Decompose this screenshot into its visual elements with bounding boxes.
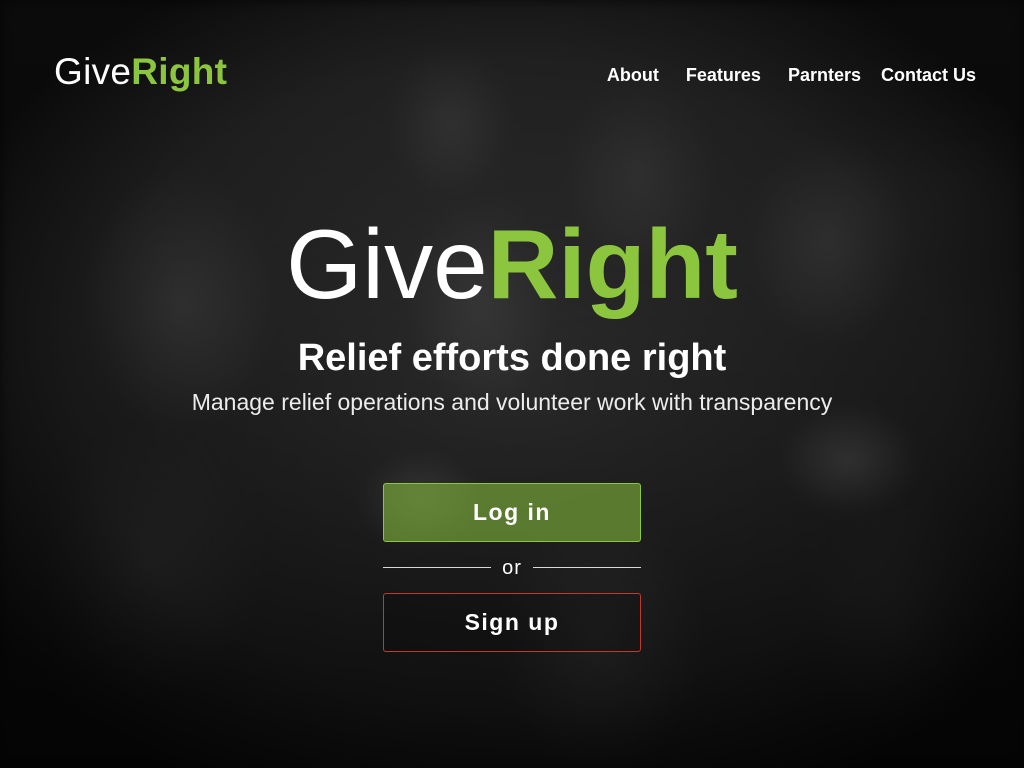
divider-line-left	[383, 567, 492, 568]
nav-item-about[interactable]: About	[607, 62, 659, 88]
nav-item-contact-us[interactable]: Contact Us	[881, 62, 976, 88]
hero-logo-light: Give	[286, 209, 488, 319]
hero-tagline: Relief efforts done right	[297, 337, 727, 379]
top-nav: About Features Parnters Contact Us	[607, 62, 976, 88]
divider-line-right	[532, 567, 642, 568]
brand-logo-bold: Right	[131, 51, 228, 92]
hero: GiveRight Relief efforts done right Mana…	[0, 205, 1024, 417]
nav-item-partners[interactable]: Parnters	[788, 62, 861, 88]
auth-actions: Log in or Sign up	[383, 483, 642, 652]
hero-logo-bold: Right	[487, 209, 738, 319]
hero-logo: GiveRight	[0, 205, 1024, 323]
hero-subline: Manage relief operations and volunteer w…	[191, 389, 833, 415]
divider-label: or	[502, 556, 522, 579]
nav-item-features[interactable]: Features	[686, 62, 761, 88]
login-button[interactable]: Log in	[383, 483, 641, 542]
brand-logo[interactable]: GiveRight	[54, 50, 227, 94]
brand-logo-light: Give	[54, 51, 132, 92]
landing-page: GiveRight About Features Parnters Contac…	[0, 0, 1024, 768]
or-divider: or	[383, 542, 642, 593]
signup-button[interactable]: Sign up	[383, 593, 641, 652]
